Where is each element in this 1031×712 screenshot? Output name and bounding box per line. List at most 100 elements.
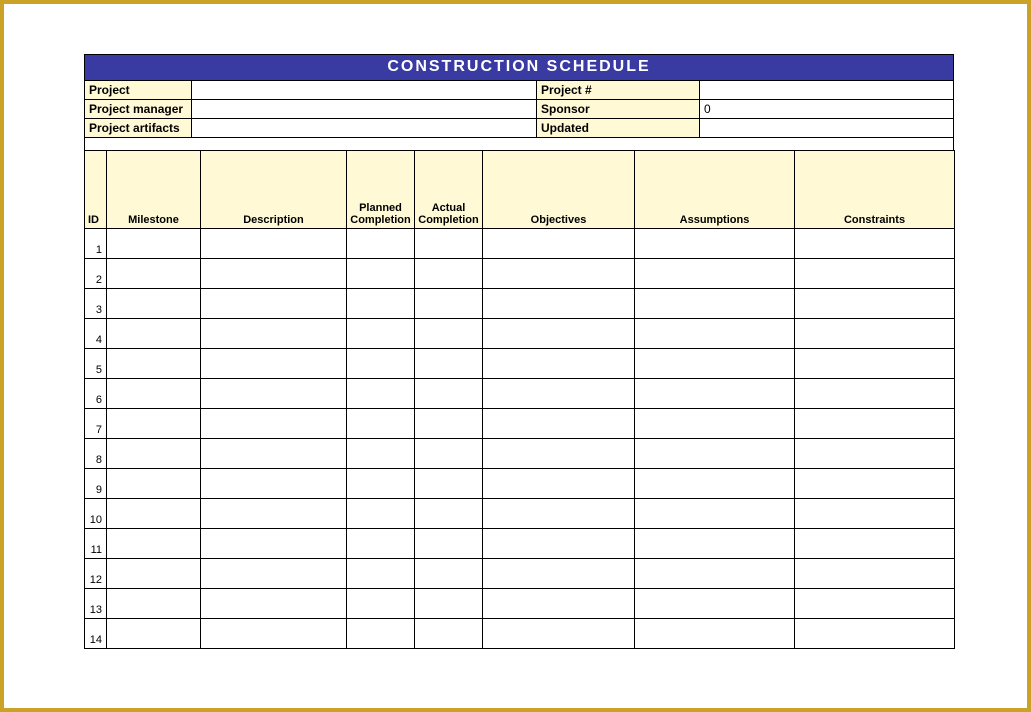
cell-assumptions[interactable]	[635, 558, 795, 588]
cell-id[interactable]: 12	[85, 558, 107, 588]
cell-actual[interactable]	[415, 228, 483, 258]
cell-actual[interactable]	[415, 438, 483, 468]
table-row[interactable]: 6	[85, 378, 955, 408]
cell-objectives[interactable]	[483, 498, 635, 528]
cell-planned[interactable]	[347, 468, 415, 498]
projectnum-value[interactable]	[700, 81, 954, 100]
cell-milestone[interactable]	[107, 498, 201, 528]
table-row[interactable]: 12	[85, 558, 955, 588]
cell-planned[interactable]	[347, 618, 415, 648]
cell-actual[interactable]	[415, 318, 483, 348]
cell-actual[interactable]	[415, 348, 483, 378]
table-row[interactable]: 1	[85, 228, 955, 258]
artifacts-value[interactable]	[192, 119, 537, 138]
table-row[interactable]: 5	[85, 348, 955, 378]
table-row[interactable]: 9	[85, 468, 955, 498]
cell-constraints[interactable]	[795, 558, 955, 588]
cell-planned[interactable]	[347, 528, 415, 558]
cell-id[interactable]: 5	[85, 348, 107, 378]
cell-description[interactable]	[201, 348, 347, 378]
cell-description[interactable]	[201, 318, 347, 348]
cell-actual[interactable]	[415, 618, 483, 648]
cell-planned[interactable]	[347, 438, 415, 468]
cell-objectives[interactable]	[483, 348, 635, 378]
sponsor-value[interactable]: 0	[700, 100, 954, 119]
cell-objectives[interactable]	[483, 528, 635, 558]
cell-constraints[interactable]	[795, 228, 955, 258]
cell-objectives[interactable]	[483, 618, 635, 648]
cell-milestone[interactable]	[107, 528, 201, 558]
cell-description[interactable]	[201, 558, 347, 588]
cell-milestone[interactable]	[107, 408, 201, 438]
cell-description[interactable]	[201, 588, 347, 618]
cell-objectives[interactable]	[483, 228, 635, 258]
cell-planned[interactable]	[347, 258, 415, 288]
cell-objectives[interactable]	[483, 378, 635, 408]
table-row[interactable]: 10	[85, 498, 955, 528]
cell-milestone[interactable]	[107, 258, 201, 288]
table-row[interactable]: 13	[85, 588, 955, 618]
cell-objectives[interactable]	[483, 408, 635, 438]
cell-constraints[interactable]	[795, 258, 955, 288]
cell-planned[interactable]	[347, 588, 415, 618]
cell-planned[interactable]	[347, 498, 415, 528]
cell-milestone[interactable]	[107, 228, 201, 258]
cell-objectives[interactable]	[483, 468, 635, 498]
cell-actual[interactable]	[415, 588, 483, 618]
updated-value[interactable]	[700, 119, 954, 138]
cell-actual[interactable]	[415, 498, 483, 528]
cell-assumptions[interactable]	[635, 318, 795, 348]
cell-planned[interactable]	[347, 228, 415, 258]
cell-constraints[interactable]	[795, 588, 955, 618]
cell-id[interactable]: 1	[85, 228, 107, 258]
cell-milestone[interactable]	[107, 288, 201, 318]
cell-assumptions[interactable]	[635, 348, 795, 378]
cell-constraints[interactable]	[795, 288, 955, 318]
cell-milestone[interactable]	[107, 348, 201, 378]
cell-constraints[interactable]	[795, 468, 955, 498]
cell-actual[interactable]	[415, 468, 483, 498]
cell-description[interactable]	[201, 498, 347, 528]
cell-actual[interactable]	[415, 528, 483, 558]
cell-planned[interactable]	[347, 378, 415, 408]
cell-objectives[interactable]	[483, 558, 635, 588]
cell-description[interactable]	[201, 258, 347, 288]
cell-assumptions[interactable]	[635, 288, 795, 318]
table-row[interactable]: 8	[85, 438, 955, 468]
table-row[interactable]: 14	[85, 618, 955, 648]
table-row[interactable]: 4	[85, 318, 955, 348]
cell-description[interactable]	[201, 378, 347, 408]
cell-objectives[interactable]	[483, 288, 635, 318]
table-row[interactable]: 11	[85, 528, 955, 558]
cell-objectives[interactable]	[483, 318, 635, 348]
cell-planned[interactable]	[347, 558, 415, 588]
cell-id[interactable]: 8	[85, 438, 107, 468]
cell-description[interactable]	[201, 528, 347, 558]
cell-id[interactable]: 9	[85, 468, 107, 498]
cell-assumptions[interactable]	[635, 408, 795, 438]
cell-objectives[interactable]	[483, 438, 635, 468]
cell-description[interactable]	[201, 618, 347, 648]
table-row[interactable]: 7	[85, 408, 955, 438]
cell-id[interactable]: 4	[85, 318, 107, 348]
cell-milestone[interactable]	[107, 588, 201, 618]
cell-constraints[interactable]	[795, 318, 955, 348]
cell-id[interactable]: 6	[85, 378, 107, 408]
cell-assumptions[interactable]	[635, 468, 795, 498]
cell-milestone[interactable]	[107, 318, 201, 348]
cell-planned[interactable]	[347, 288, 415, 318]
cell-actual[interactable]	[415, 408, 483, 438]
cell-assumptions[interactable]	[635, 588, 795, 618]
cell-milestone[interactable]	[107, 438, 201, 468]
cell-id[interactable]: 14	[85, 618, 107, 648]
cell-constraints[interactable]	[795, 408, 955, 438]
cell-assumptions[interactable]	[635, 258, 795, 288]
cell-milestone[interactable]	[107, 468, 201, 498]
cell-constraints[interactable]	[795, 618, 955, 648]
cell-description[interactable]	[201, 228, 347, 258]
cell-actual[interactable]	[415, 558, 483, 588]
cell-actual[interactable]	[415, 258, 483, 288]
cell-milestone[interactable]	[107, 558, 201, 588]
cell-constraints[interactable]	[795, 348, 955, 378]
cell-id[interactable]: 10	[85, 498, 107, 528]
